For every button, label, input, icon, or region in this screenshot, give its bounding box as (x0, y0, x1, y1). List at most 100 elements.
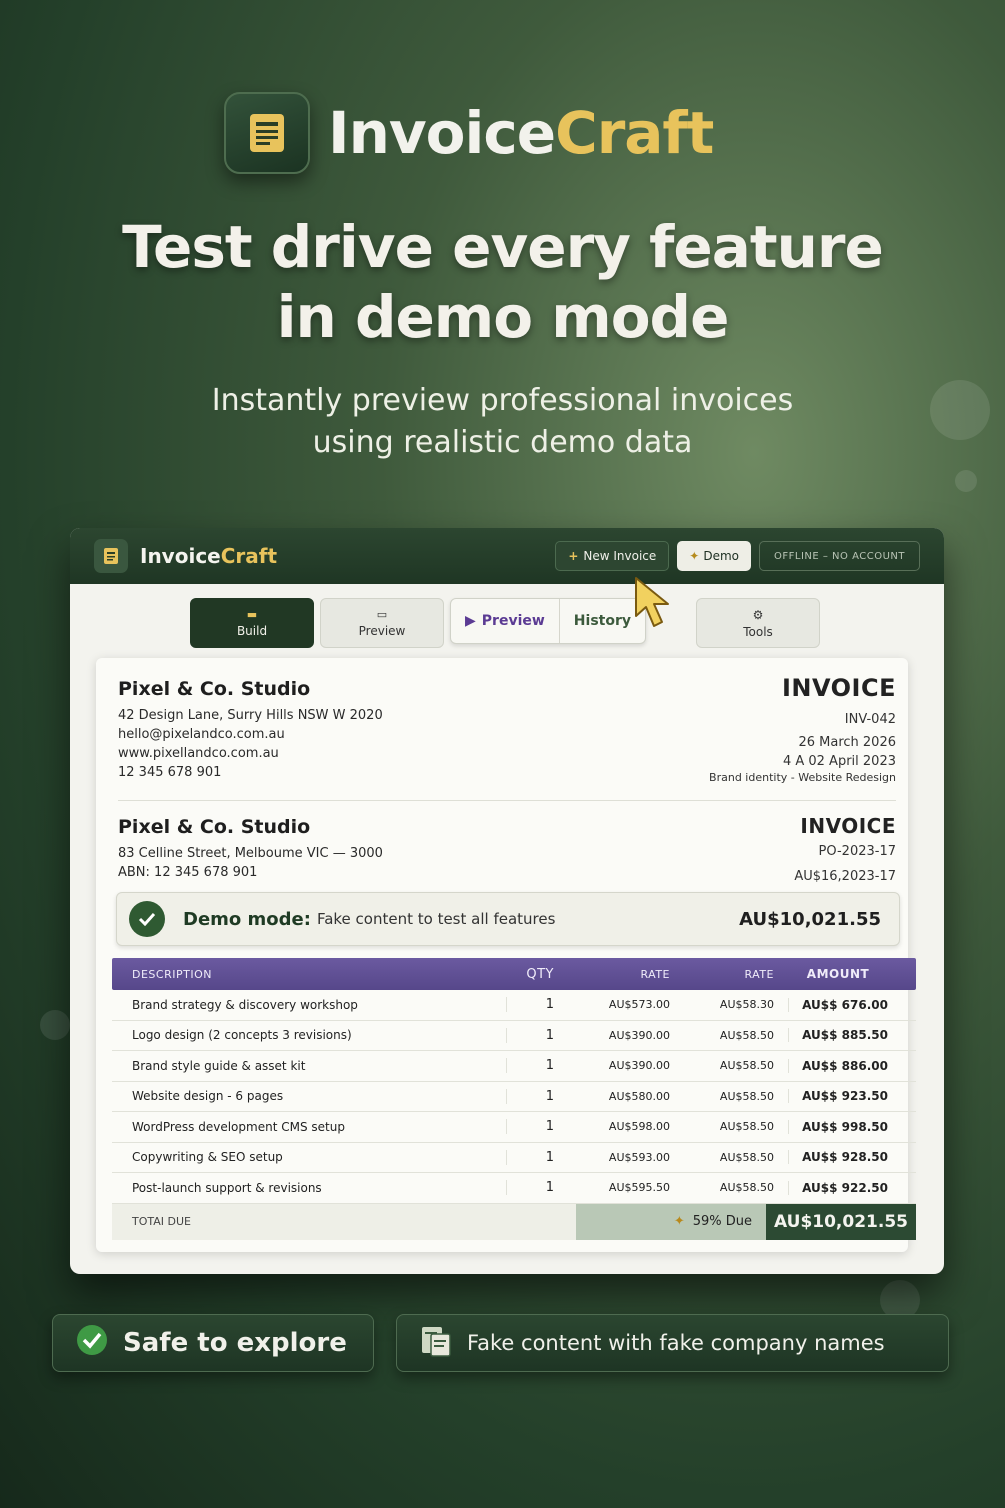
demo-sparkle-icon: ✦ (689, 549, 700, 563)
invoice-preview: Pixel & Co. Studio 42 Design Lane, Surry… (96, 658, 916, 1252)
shield-check-icon (75, 1323, 109, 1364)
brand-name-part1: Invoice (328, 99, 556, 167)
tab-tools-label: Tools (743, 624, 773, 639)
row-amount: AU$$ 922.50 (788, 1180, 892, 1195)
table-body: Brand strategy & discovery workshop 1 AU$5… (112, 990, 916, 1204)
row-amount: AU$$ 676.00 (788, 997, 892, 1012)
sender-company: Pixel & Co. Studio (118, 678, 311, 700)
tab-preview[interactable]: ▭ Preview (320, 598, 444, 648)
demo-mode-text: Fake content to test all features (316, 910, 556, 928)
row-qty: 1 (506, 1119, 568, 1135)
client-abn: ABN: 12 345 678 901 (118, 865, 258, 880)
row-rate-2: AU$58.50 (719, 1150, 774, 1164)
row-rate-2: AU$58.50 (719, 1120, 774, 1134)
invoice-meta-2: INVOICE PO-2023-17 AU$16,2023-17 (794, 814, 896, 886)
invoice-ref: AU$16,2023-17 (794, 869, 896, 884)
row-rate-2: AU$58.30 (719, 998, 774, 1012)
demo-mode-banner: Demo mode: Fake content to test all feat… (116, 892, 900, 946)
row-qty: 1 (506, 1149, 568, 1165)
row-description: Brand strategy & discovery workshop (132, 997, 358, 1012)
brand-name: InvoiceCraft (328, 99, 714, 167)
row-description: Post-launch support & revisions (132, 1180, 322, 1195)
row-qty: 1 (506, 1027, 568, 1043)
table-row: Logo design (2 concepts 3 revisions) 1 AU$… (112, 1021, 916, 1051)
client-block: Pixel & Co. Studio 83 Celline Street, Me… (118, 816, 383, 882)
total-label: TOTAI DUE (132, 1215, 191, 1228)
row-amount: AU$$ 885.50 (788, 1028, 892, 1043)
row-rate: AU$573.00 (608, 998, 670, 1012)
tools-icon: ⚙ (752, 607, 764, 622)
demo-mode-label: Demo mode: (183, 908, 311, 930)
fake-content-label: Fake content with fake company names (467, 1331, 885, 1355)
col-description: DESCRIPTION (132, 967, 212, 981)
col-amount: AMOUNT (806, 967, 870, 981)
sender-phone: 12 345 678 901 (118, 765, 222, 780)
brand-name-part2: Craft (555, 99, 714, 167)
col-rate-2: RATE (744, 967, 774, 981)
demo-button[interactable]: ✦ Demo (677, 541, 751, 571)
offline-status-badge: OFFLINE – NO ACCOUNT (759, 541, 920, 571)
plus-icon: + (568, 549, 579, 563)
new-invoice-button[interactable]: + New Invoice (555, 541, 670, 571)
col-qty: QTY (526, 966, 554, 982)
row-rate-2: AU$58.50 (719, 1089, 774, 1103)
row-description: Brand style guide & asset kit (132, 1058, 306, 1073)
sender-website: www.pixellandco.com.au (118, 746, 279, 761)
line-items-table: DESCRIPTION QTY RATE RATE AMOUNT Brand s… (112, 958, 916, 1240)
table-header: DESCRIPTION QTY RATE RATE AMOUNT (112, 958, 916, 990)
invoice-date: 26 March 2026 (798, 735, 896, 750)
table-row: Post-launch support & revisions 1 AU$595.5… (112, 1173, 916, 1204)
row-rate: AU$598.00 (608, 1120, 670, 1134)
table-row: Brand style guide & asset kit 1 AU$390.00 A… (112, 1051, 916, 1082)
subheadline-line1: Instantly preview professional invoices (211, 383, 794, 418)
row-rate-2: AU$58.50 (719, 1028, 774, 1042)
seg-preview-label: Preview (481, 613, 545, 629)
row-rate-2: AU$58.50 (719, 1059, 774, 1073)
client-address: 83 Celline Street, Melboume VIC — 3000 (118, 846, 383, 861)
tab-tools[interactable]: ⚙ Tools (696, 598, 820, 648)
row-amount: AU$$ 923.50 (788, 1089, 892, 1104)
row-amount: AU$$ 886.00 (788, 1058, 892, 1073)
mouse-pointer-icon (632, 576, 686, 636)
build-icon: ▬ (246, 608, 258, 621)
subheadline: Instantly preview professional invoices … (0, 380, 1005, 464)
safe-to-explore-label: Safe to explore (123, 1328, 347, 1358)
app-logo-icon (94, 539, 128, 573)
row-amount: AU$$ 998.50 (788, 1119, 892, 1134)
table-row: WordPress development CMS setup 1 AU$598.0… (112, 1112, 916, 1143)
new-invoice-label: New Invoice (583, 549, 657, 563)
preview-history-toggle: ▶ Preview History (450, 598, 646, 644)
documents-icon (419, 1324, 453, 1363)
fake-content-badge: Fake content with fake company names (396, 1314, 949, 1372)
row-qty: 1 (506, 1180, 568, 1196)
row-rate: AU$595.50 (608, 1181, 670, 1195)
invoice-title: INVOICE (781, 674, 896, 702)
bokeh-light (955, 470, 977, 492)
mode-toolbar: ▬ Build ▭ Preview ▶ Preview History ⚙ To… (190, 598, 826, 648)
sender-email: hello@pixelandco.com.au (118, 727, 285, 742)
tab-build[interactable]: ▬ Build (190, 598, 314, 648)
invoice-due-date: 4 A 02 April 2023 (782, 754, 896, 769)
invoice-document-icon (224, 92, 310, 174)
row-qty: 1 (506, 997, 568, 1013)
row-description: Logo design (2 concepts 3 revisions) (132, 1028, 352, 1043)
tab-preview-label: Preview (358, 624, 406, 638)
seg-preview-button[interactable]: ▶ Preview (451, 599, 560, 643)
row-amount: AU$$ 928.50 (788, 1150, 892, 1165)
total-row: TOTAI DUE ✦ 59% Due AU$10,021.55 (112, 1203, 916, 1240)
headline-line1: Test drive every feature (122, 213, 884, 281)
total-due-status: ✦ 59% Due (576, 1203, 766, 1240)
subheadline-line2: using realistic demo data (312, 425, 693, 460)
sender-address: 42 Design Lane, Surry Hills NSW W 2020 (118, 708, 383, 723)
app-title-part2: Craft (220, 544, 278, 568)
headline-line2: in demo mode (276, 283, 730, 351)
sparkle-icon: ✦ (673, 1214, 685, 1229)
total-due-percent: 59% Due (692, 1214, 752, 1229)
row-rate: AU$390.00 (608, 1059, 670, 1073)
col-rate: RATE (640, 967, 670, 981)
demo-label: Demo (703, 549, 739, 563)
monitor-icon: ▭ (376, 608, 388, 621)
row-qty: 1 (506, 1058, 568, 1074)
row-description: Website design - 6 pages (132, 1089, 284, 1104)
row-description: WordPress development CMS setup (132, 1119, 345, 1134)
